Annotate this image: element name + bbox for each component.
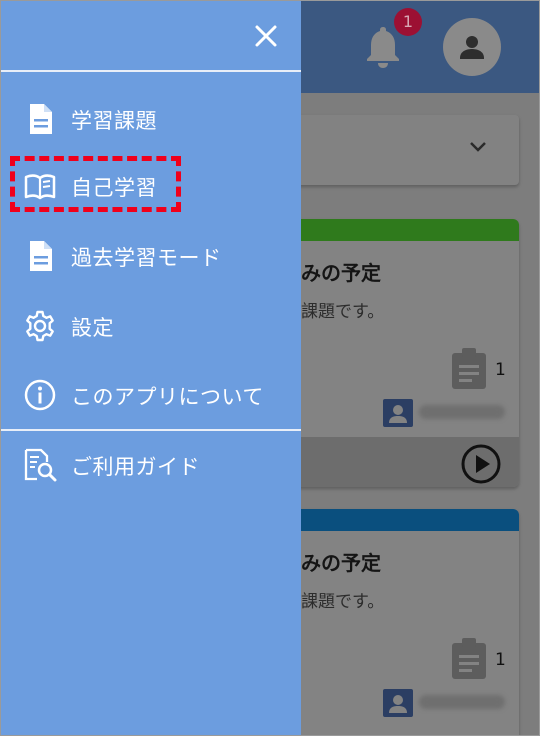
clipboard-icon (452, 638, 486, 679)
user-avatar[interactable] (443, 18, 501, 76)
menu-item-label: ご利用ガイド (71, 455, 200, 479)
card-title: みの予定 (301, 551, 381, 575)
document-icon (30, 241, 52, 271)
menu-item-about-app[interactable]: このアプリについて (1, 368, 301, 420)
teacher-icon (383, 399, 413, 427)
play-icon[interactable] (460, 443, 502, 485)
card-subtitle: 課題です。 (301, 592, 385, 612)
menu-item-past-study-mode[interactable]: 過去学習モード (1, 229, 301, 281)
person-icon (460, 36, 484, 59)
teacher-icon (383, 689, 413, 717)
card-count: 1 (495, 650, 506, 670)
card-subtitle: 課題です。 (301, 302, 385, 322)
teacher-name-redacted (419, 405, 505, 419)
menu-item-assignments[interactable]: 学習課題 (1, 92, 301, 144)
clipboard-icon (452, 348, 486, 389)
notification-badge: 1 (394, 8, 422, 36)
info-icon (24, 379, 56, 411)
menu-item-user-guide[interactable]: ご利用ガイド (1, 438, 301, 490)
card-title: みの予定 (301, 261, 381, 285)
teacher-name-redacted (419, 695, 505, 709)
highlight-box (10, 156, 181, 212)
gear-icon (26, 310, 54, 342)
menu-item-label: 学習課題 (71, 109, 157, 133)
navigation-drawer: 学習課題 自己学習 過去学習モード 設定 このアプリについて ご利用ガイド (1, 1, 301, 735)
screen: 1 みの予定 課題です。 1 みの予定 課題です。 1 学習課題 自己学習 過去… (0, 0, 540, 736)
menu-item-label: 過去学習モード (71, 246, 222, 270)
menu-item-label: このアプリについて (71, 385, 264, 409)
document-icon (30, 104, 52, 134)
close-icon[interactable] (251, 21, 281, 51)
chevron-down-icon (470, 142, 486, 152)
card-count: 1 (495, 360, 506, 380)
guide-search-icon (24, 448, 57, 482)
drawer-divider (1, 429, 301, 431)
menu-item-label: 設定 (71, 316, 114, 340)
menu-item-settings[interactable]: 設定 (1, 299, 301, 351)
drawer-divider (1, 70, 301, 72)
